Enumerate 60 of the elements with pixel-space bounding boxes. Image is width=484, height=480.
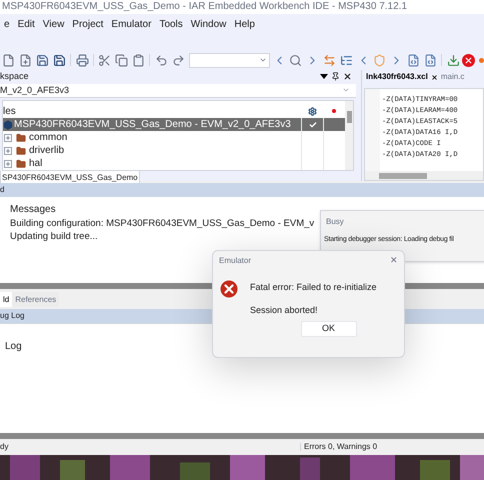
download-icon[interactable] [445, 52, 462, 68]
menu-item[interactable]: Tools [155, 18, 187, 32]
chevron-down-icon[interactable] [259, 56, 268, 64]
message-line: Updating build tree... [10, 230, 98, 243]
status-text: Errors 0, Warnings 0 [300, 443, 398, 451]
dropdown-icon[interactable] [320, 74, 328, 80]
menu-item[interactable]: View [38, 18, 68, 32]
scrollbar[interactable] [345, 101, 353, 170]
expand-icon[interactable] [4, 146, 12, 154]
tree-row[interactable]: MSP430FR6043EVM_USS_Gas_Demo - EVM_v2_0_AFE3v3 [3, 118, 345, 131]
project-icon [3, 120, 13, 130]
expand-icon[interactable] [4, 134, 12, 142]
messages-header: Messages [10, 203, 56, 217]
horizontal-scrollbar[interactable] [365, 171, 483, 180]
printer-icon[interactable] [74, 52, 90, 68]
panel-tab[interactable]: ld [0, 292, 12, 307]
dialog-title: Busy [325, 216, 345, 226]
editor-tab[interactable]: lnk430fr6043.xcl [366, 71, 438, 83]
configuration-dropdown[interactable]: M_v2_0_AFE3v3 [0, 84, 356, 98]
message-line: Building configuration: MSP430FR6043EVM_USS_Gas_Demo - EVM_v [10, 217, 314, 230]
menu-item[interactable]: Project [68, 18, 108, 32]
status-text: dy [0, 443, 10, 451]
folder-icon [16, 146, 26, 156]
menu-item[interactable]: Help [230, 18, 259, 32]
save-icon[interactable] [34, 52, 50, 68]
panel-title: kspace [0, 70, 29, 83]
column-header: les [3, 104, 17, 118]
error-icon [220, 280, 238, 298]
menu-item[interactable]: Window [186, 18, 230, 32]
panel-title: ug Log [0, 312, 24, 320]
error-message: Fatal error: Failed to re-initialize [250, 281, 377, 294]
editor-tab[interactable]: main.c [440, 71, 464, 83]
panel-title: d [0, 186, 4, 194]
panel-tab[interactable]: References [12, 292, 60, 307]
log-header: Log [5, 341, 22, 352]
error-detail: Session aborted! [250, 304, 319, 317]
tree-item-label: MSP430FR6043EVM_USS_Gas_Demo - EVM_v2_0_AFE3v3 [14, 120, 291, 130]
folder-icon [16, 132, 26, 142]
tree-item-label: driverlib [29, 146, 64, 156]
ok-button[interactable]: OK [300, 321, 356, 337]
tree-item-label: common [29, 132, 68, 142]
copy-icon[interactable] [114, 52, 130, 68]
tree-item-label: hal [29, 158, 42, 168]
paste-icon[interactable] [130, 52, 146, 68]
stop-icon[interactable] [462, 54, 475, 66]
close-icon[interactable] [430, 74, 438, 80]
close-icon[interactable] [343, 72, 352, 82]
menu-item[interactable]: Emulator [107, 18, 156, 32]
menu-item[interactable]: Edit [14, 18, 39, 32]
close-button[interactable]: ✕ [390, 254, 398, 268]
save-all-icon[interactable] [51, 52, 68, 68]
file-icon[interactable] [406, 52, 422, 68]
expand-icon[interactable] [4, 160, 12, 168]
pin-icon[interactable] [331, 72, 340, 82]
settings-icon[interactable] [308, 106, 316, 116]
search-icon[interactable] [288, 52, 304, 68]
menu-item[interactable]: e [0, 18, 14, 32]
dialog-title: Emulator [219, 255, 252, 267]
window-title: MSP430FR6043EVM_USS_Gas_Demo - IAR Embedded Workbench IDE - MSP430 7.12.1 [2, 2, 408, 12]
folder-icon [16, 158, 26, 168]
